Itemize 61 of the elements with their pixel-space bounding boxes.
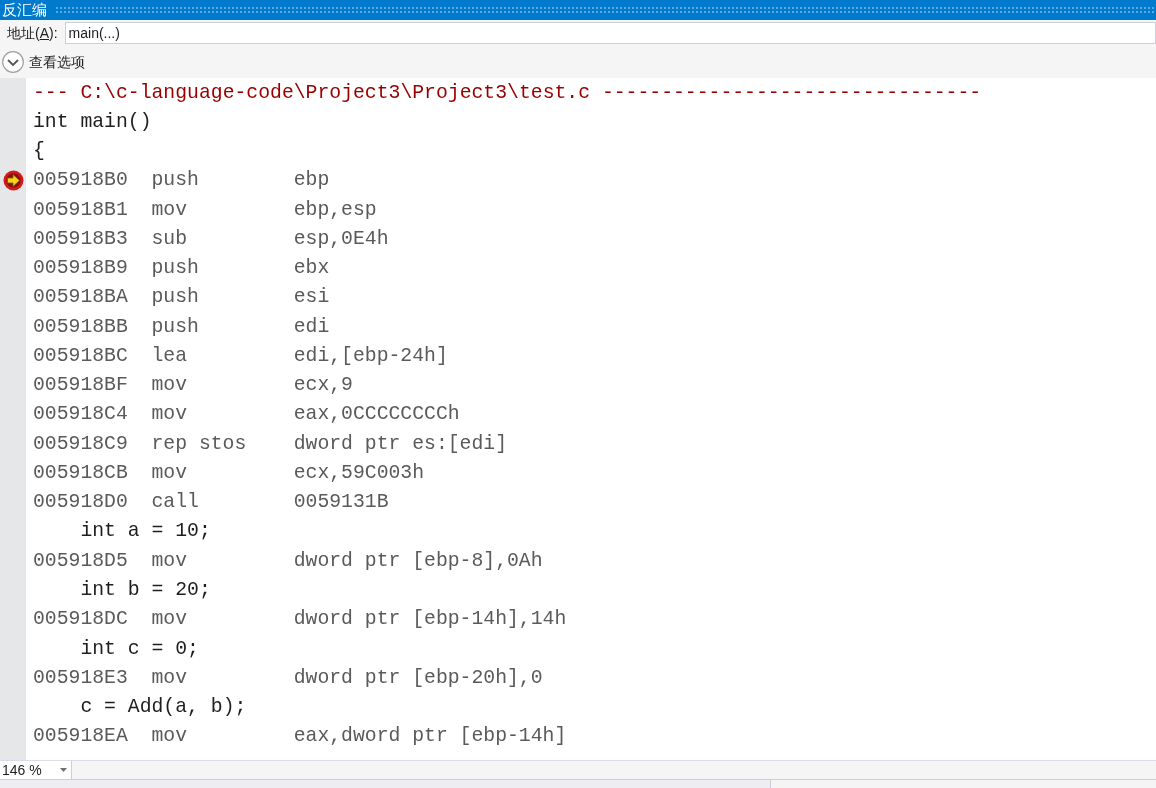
instruction-operands: ebp,esp <box>293 197 377 223</box>
instruction-mnemonic: push <box>151 168 200 194</box>
address-field[interactable]: main(...) <box>64 22 1156 44</box>
instruction-address: 005918E3 <box>33 665 129 691</box>
instruction-mnemonic: mov <box>151 402 189 428</box>
instruction-mnemonic: push <box>151 314 200 340</box>
instruction-operands: esi <box>293 285 330 311</box>
instruction-operands: eax,0CCCCCCCCh <box>293 402 460 428</box>
instruction-mnemonic: mov <box>151 548 189 574</box>
instruction-operands: dword ptr [ebp-20h],0 <box>293 665 543 691</box>
source-line: int main() <box>33 109 152 135</box>
instruction-address: 005918B3 <box>33 226 129 252</box>
instruction-operands: esp,0E4h <box>293 226 389 252</box>
instruction-address: 005918D0 <box>33 490 129 516</box>
instruction-address: 005918DC <box>33 607 129 633</box>
instruction-address: 005918BF <box>33 373 129 399</box>
instruction-address: 005918C9 <box>33 431 129 457</box>
instruction-address: 005918CB <box>33 460 129 486</box>
window-title: 反汇编 <box>1 0 48 20</box>
instruction-mnemonic: push <box>151 285 200 311</box>
instruction-operands: 0059131B <box>293 490 389 516</box>
instruction-address: 005918BB <box>33 314 129 340</box>
instruction-mnemonic: push <box>151 256 200 282</box>
instruction-address: 005918BC <box>33 343 129 369</box>
instruction-operands: ebx <box>293 256 330 282</box>
instruction-mnemonic: mov <box>151 724 189 750</box>
instruction-address: 005918D5 <box>33 548 129 574</box>
instruction-operands: ecx,9 <box>293 373 353 399</box>
instruction-mnemonic: mov <box>151 607 189 633</box>
source-line: int c = 0; <box>79 636 199 662</box>
instruction-mnemonic: rep stos <box>151 431 248 457</box>
instruction-mnemonic: sub <box>151 226 189 252</box>
file-header-line: --- C:\c-language-code\Project3\Project3\test.c -------------------------------- <box>33 80 982 106</box>
instruction-operands: dword ptr [ebp-14h],14h <box>293 607 567 633</box>
source-line: int b = 20; <box>79 578 211 603</box>
instruction-mnemonic: lea <box>151 343 189 369</box>
zoom-dropdown[interactable]: 146 % <box>0 761 72 779</box>
instruction-operands: ecx,59C003h <box>293 460 425 486</box>
source-line: { <box>33 139 45 165</box>
instruction-operands: dword ptr es:[edi] <box>293 431 508 457</box>
instruction-operands: ebp <box>293 168 330 194</box>
instruction-mnemonic: mov <box>151 460 189 486</box>
instruction-address: 005918EA <box>33 724 129 750</box>
instruction-address: 005918B0 <box>33 168 129 194</box>
instruction-operands: edi,[ebp-24h] <box>293 343 448 369</box>
instruction-mnemonic: mov <box>151 373 189 399</box>
instruction-operands: dword ptr [ebp-8],0Ah <box>293 548 543 574</box>
source-line: c = Add(a, b); <box>79 695 247 721</box>
instruction-mnemonic: call <box>151 490 200 516</box>
instruction-address: 005918C4 <box>33 402 129 428</box>
caret-icon <box>60 768 67 772</box>
instruction-address: 005918BA <box>33 285 129 311</box>
instruction-operands: edi <box>293 314 330 340</box>
instruction-operands: eax,dword ptr [ebp-14h] <box>293 724 567 750</box>
view-options-button[interactable]: 查看选项 <box>0 51 85 73</box>
instruction-address: 005918B1 <box>33 197 129 223</box>
address-label: 地址(A): <box>6 23 59 43</box>
instruction-address: 005918B9 <box>33 256 129 282</box>
instruction-mnemonic: mov <box>151 197 189 223</box>
source-line: int a = 10; <box>79 519 211 545</box>
instruction-mnemonic: mov <box>151 665 189 691</box>
